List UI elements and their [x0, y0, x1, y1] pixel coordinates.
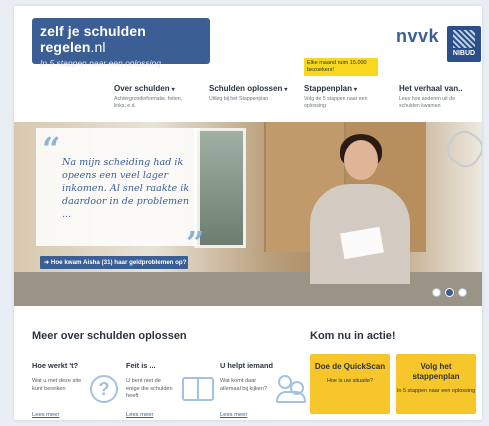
card-feit-is[interactable]: Feit is ... U bent niet de enige die sch… — [126, 361, 216, 420]
hero-carousel[interactable]: “ Na mijn scheiding had ik opeens een ve… — [14, 122, 482, 306]
close-quote-icon: ” — [186, 224, 205, 262]
hero-counter-photo — [14, 272, 482, 306]
nav-item-het-verhaal-van[interactable]: Het verhaal van.. Lees hoe anderen uit d… — [399, 84, 477, 110]
action-title: Volg het stappenplan — [412, 362, 460, 381]
visitors-badge: Elke maand ruim 15.000 bezoekers! — [304, 58, 378, 77]
story-link-button[interactable]: ➜ Hoe kwam Aisha (31) haar geldproblemen… — [40, 256, 188, 269]
card-body: U bent niet de enige die schulden heeft — [126, 378, 173, 400]
nav-label: Over schulden — [114, 84, 170, 93]
caret-down-icon: ▾ — [354, 87, 358, 93]
hero-quote: Na mijn scheiding had ik opeens een veel… — [62, 157, 190, 221]
logo-tld: .nl — [90, 39, 106, 55]
people-icon — [276, 375, 308, 403]
card-body: Wat u met deze site kunt bereiken — [32, 378, 82, 392]
nav-label: Stappenplan — [304, 84, 353, 93]
action-title: Doe de QuickScan — [314, 362, 386, 371]
nvvk-logo[interactable]: nvvk — [396, 26, 439, 47]
card-read-more-link[interactable]: Lees meer — [126, 412, 153, 418]
main-nav: Over schulden ▾ Achtergrondinformatie, fe… — [14, 84, 482, 114]
card-read-more-link[interactable]: Lees meer — [220, 412, 247, 418]
nav-item-schulden-oplossen[interactable]: Schulden oplossen ▾ Uitleg bij het Stappe… — [209, 84, 289, 103]
hero-person-face — [344, 140, 378, 180]
nav-sub: Volg de 5 stappen naar een oplossing — [304, 96, 368, 109]
nibud-label: NIBUD — [452, 50, 476, 57]
card-title: Feit is ... — [126, 361, 156, 370]
nav-label: Het verhaal van.. — [399, 84, 463, 93]
quote-box: “ Na mijn scheiding had ik opeens een ve… — [36, 128, 204, 262]
nav-label: Schulden oplossen — [209, 84, 283, 93]
nibud-logo[interactable]: NIBUD — [447, 26, 481, 62]
card-title: Hoe werkt 't? — [32, 361, 79, 370]
card-hoe-werkt-het[interactable]: Hoe werkt 't? Wat u met deze site kunt b… — [32, 361, 122, 420]
quickscan-button[interactable]: Doe de QuickScan Hoe is uw situatie? — [310, 354, 390, 414]
nibud-emblem-icon — [453, 30, 475, 48]
card-read-more-link[interactable]: Lees meer — [32, 412, 59, 418]
caret-down-icon: ▾ — [284, 87, 288, 93]
nav-item-stappenplan[interactable]: Stappenplan ▾ Volg de 5 stappen naar een … — [304, 84, 379, 110]
nav-item-over-schulden[interactable]: Over schulden ▾ Achtergrondinformatie, fe… — [114, 84, 194, 110]
card-u-helpt-iemand[interactable]: U helpt iemand Wat komt daar allemaal bi… — [220, 361, 310, 420]
more-section-title: Meer over schulden oplossen — [32, 330, 187, 342]
logo-subtitle: In 5 stappen naar een oplossing — [40, 58, 161, 68]
nav-sub: Uitleg bij het Stappenplan — [209, 96, 269, 102]
open-quote-icon: “ — [42, 130, 61, 168]
action-sub: Hoe is uw situatie? — [326, 378, 374, 384]
stappenplan-button[interactable]: Volg het stappenplan In 5 stappen naar e… — [396, 354, 476, 414]
carousel-dot-1[interactable] — [432, 288, 441, 297]
site-header: zelf je schulden regelen.nl In 5 stappen… — [14, 6, 482, 116]
site-logo[interactable]: zelf je schulden regelen.nl In 5 stappen… — [32, 18, 210, 68]
question-icon: ? — [90, 375, 118, 403]
nav-sub: Achtergrondinformatie, feiten, links, e.… — [114, 96, 183, 109]
card-body: Wat komt daar allemaal bij kijken? — [220, 378, 267, 392]
arrow-right-icon: ➜ — [44, 259, 51, 266]
action-sub: In 5 stappen naar een oplossing — [396, 388, 476, 394]
story-link-label: Hoe kwam Aisha (31) haar geldproblemen o… — [50, 259, 187, 266]
page: zelf je schulden regelen.nl In 5 stappen… — [14, 6, 482, 420]
caret-down-icon: ▾ — [171, 87, 175, 93]
nav-sub: Lees hoe anderen uit de schulden kwamen — [399, 96, 455, 109]
card-title: U helpt iemand — [220, 361, 273, 370]
carousel-dot-2[interactable] — [445, 288, 454, 297]
action-section-title: Kom nu in actie! — [310, 330, 396, 342]
carousel-dot-3[interactable] — [458, 288, 467, 297]
book-icon — [182, 377, 214, 401]
carousel-dots — [432, 288, 472, 298]
